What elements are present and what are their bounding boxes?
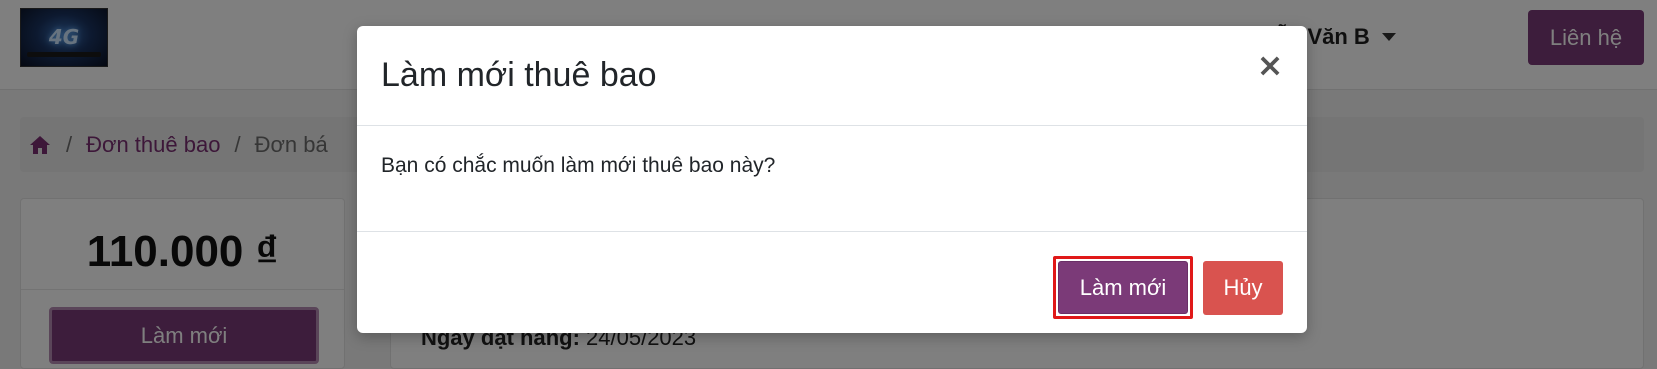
- confirmation-message: Bạn có chắc muốn làm mới thuê bao này?: [381, 154, 776, 177]
- close-icon[interactable]: ×: [1255, 48, 1285, 82]
- modal-body: Bạn có chắc muốn làm mới thuê bao này?: [357, 126, 1307, 232]
- modal-header: Làm mới thuê bao ×: [357, 26, 1307, 126]
- modal-footer: Làm mới Hủy: [357, 232, 1307, 333]
- cancel-button[interactable]: Hủy: [1203, 261, 1283, 315]
- confirm-button-highlight: Làm mới: [1053, 256, 1193, 319]
- renew-subscription-dialog: Làm mới thuê bao × Bạn có chắc muốn làm …: [357, 26, 1307, 333]
- modal-title: Làm mới thuê bao: [381, 56, 657, 94]
- confirm-renew-button[interactable]: Làm mới: [1058, 261, 1188, 314]
